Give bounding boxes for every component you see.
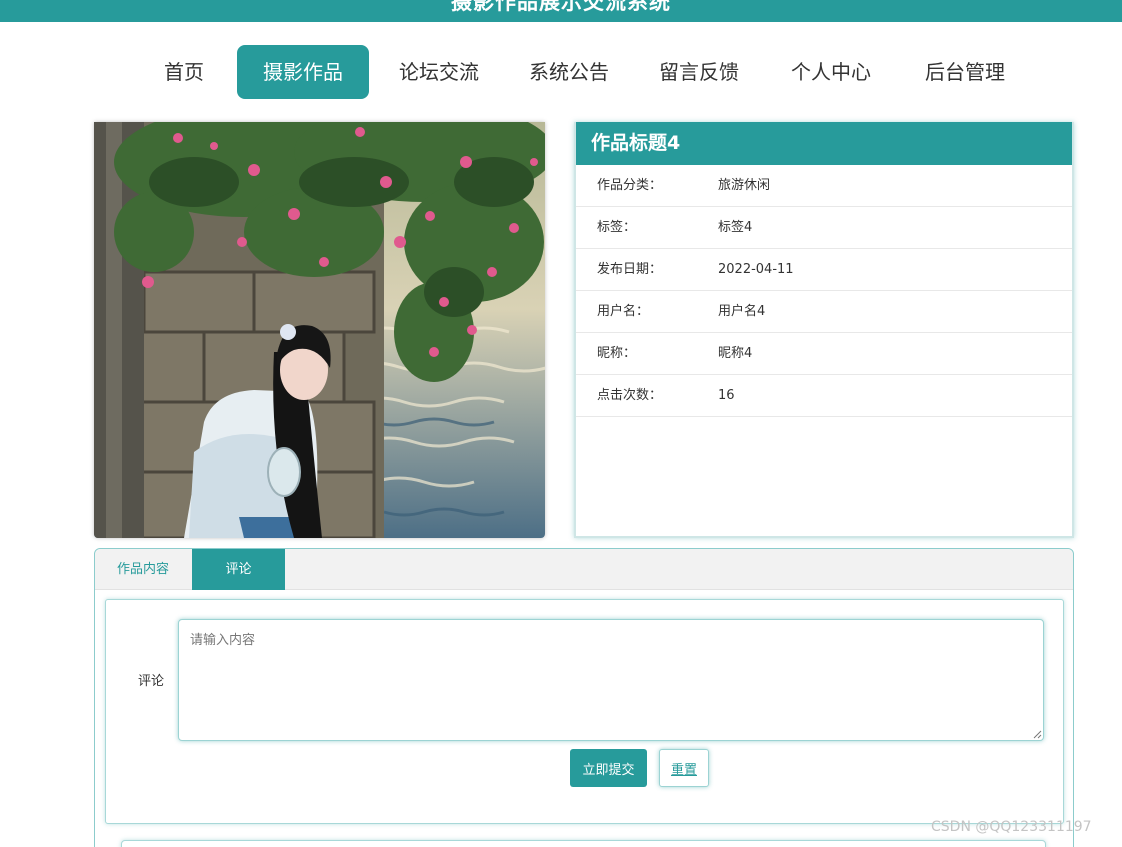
nav-personal-center[interactable]: 个人中心 bbox=[780, 45, 882, 99]
nav-feedback[interactable]: 留言反馈 bbox=[648, 45, 750, 99]
nav-forum[interactable]: 论坛交流 bbox=[388, 45, 490, 99]
info-value: 标签4 bbox=[718, 220, 753, 235]
work-info-card: 作品标题4 作品分类： 旅游休闲 标签： 标签4 发布日期： 2022-04-1… bbox=[574, 122, 1074, 538]
nav-announcements[interactable]: 系统公告 bbox=[518, 45, 620, 99]
info-row-nickname: 昵称： 昵称4 bbox=[576, 333, 1072, 375]
info-label: 发布日期： bbox=[597, 262, 663, 277]
info-label: 标签： bbox=[597, 220, 637, 235]
top-banner: 摄影作品展示交流系统 bbox=[0, 0, 1122, 22]
tab-comments[interactable]: 评论 bbox=[192, 549, 285, 590]
work-photo[interactable] bbox=[94, 122, 545, 538]
tab-work-content[interactable]: 作品内容 bbox=[95, 549, 191, 590]
info-row-category: 作品分类： 旅游休闲 bbox=[576, 165, 1072, 207]
comment-input[interactable] bbox=[178, 619, 1044, 741]
info-value: 16 bbox=[718, 388, 735, 403]
main-nav: 首页 摄影作品 论坛交流 系统公告 留言反馈 个人中心 后台管理 bbox=[0, 44, 1122, 100]
info-row-click-count: 点击次数： 16 bbox=[576, 375, 1072, 417]
info-row-publish-date: 发布日期： 2022-04-11 bbox=[576, 249, 1072, 291]
tab-bar: 作品内容 评论 bbox=[95, 549, 1073, 590]
info-label: 作品分类： bbox=[597, 178, 663, 193]
comment-label: 评论 bbox=[138, 674, 165, 689]
info-value: 2022-04-11 bbox=[718, 262, 794, 277]
photo-illustration bbox=[94, 122, 545, 538]
system-title: 摄影作品展示交流系统 bbox=[451, 0, 671, 14]
resize-grip-icon[interactable] bbox=[1032, 729, 1042, 739]
nav-admin[interactable]: 后台管理 bbox=[914, 45, 1016, 99]
info-value: 昵称4 bbox=[718, 346, 753, 361]
reset-button[interactable]: 重置 bbox=[659, 749, 709, 787]
comment-list-card bbox=[121, 840, 1046, 847]
info-row-tag: 标签： 标签4 bbox=[576, 207, 1072, 249]
info-row-username: 用户名： 用户名4 bbox=[576, 291, 1072, 333]
content-tabs-panel: 作品内容 评论 评论 立即提交 重置 bbox=[94, 548, 1074, 847]
info-label: 用户名： bbox=[597, 304, 650, 319]
work-title: 作品标题4 bbox=[576, 122, 1072, 165]
info-value: 用户名4 bbox=[718, 304, 766, 319]
info-label: 点击次数： bbox=[597, 388, 663, 403]
comment-form: 评论 立即提交 重置 bbox=[105, 599, 1064, 824]
info-label: 昵称： bbox=[597, 346, 637, 361]
submit-button[interactable]: 立即提交 bbox=[570, 749, 647, 787]
watermark: CSDN @QQ123311197 bbox=[931, 819, 1092, 835]
info-value: 旅游休闲 bbox=[718, 178, 771, 193]
nav-home[interactable]: 首页 bbox=[150, 45, 218, 99]
nav-photo-works[interactable]: 摄影作品 bbox=[237, 45, 369, 99]
